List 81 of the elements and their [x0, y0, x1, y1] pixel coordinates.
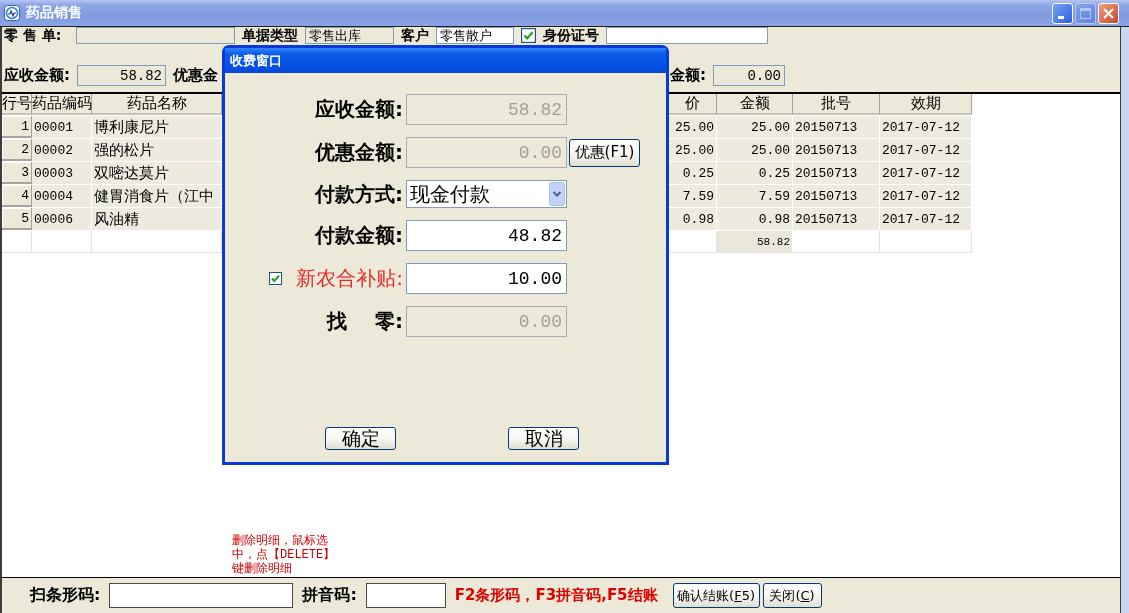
close-button[interactable] — [1098, 2, 1119, 24]
hint-note: 删除明细，鼠标选中，点【DELETE】键删除明细 — [232, 534, 337, 576]
row-number-cell: 1 — [2, 116, 32, 138]
row-number-cell: 2 — [2, 139, 32, 161]
checkbox[interactable] — [521, 28, 536, 43]
dialog-title: 收费窗口 — [230, 51, 282, 70]
table-cell: 00006 — [32, 208, 92, 230]
column-header: 批号 — [793, 94, 880, 115]
table-cell: 20150713 — [793, 139, 880, 161]
table-cell: 0.25 — [668, 162, 717, 184]
field-label: 客户 — [401, 26, 429, 45]
table-cell: 0.98 — [717, 208, 793, 230]
table-cell: 20150713 — [793, 162, 880, 184]
field-label: 金额: — [670, 66, 706, 85]
table-cell: 2017-07-12 — [880, 139, 972, 161]
table-cell: 博利康尼片 — [92, 116, 222, 138]
window-title: 药品销售 — [26, 4, 82, 22]
text-field[interactable]: 10.00 — [406, 263, 567, 294]
field-label: 身份证号 — [543, 26, 599, 45]
field-label: 应收金额: — [315, 96, 403, 123]
text-field[interactable]: 48.82 — [406, 220, 567, 251]
table-cell: 2017-07-12 — [880, 208, 972, 230]
column-header: 药品名称 — [92, 94, 222, 115]
column-header: 行号 — [2, 94, 32, 115]
confirm-button[interactable]: 确定 — [325, 427, 396, 450]
field-label: 零 售 单: — [4, 26, 63, 45]
close-icon — [1103, 7, 1114, 19]
text-field[interactable] — [606, 27, 768, 44]
table-cell: 风油精 — [92, 208, 222, 230]
row-number-cell: 5 — [2, 208, 32, 230]
table-cell: 2017-07-12 — [880, 162, 972, 184]
field-label: 付款方式: — [315, 180, 403, 208]
column-header: 药品编码 — [32, 94, 92, 115]
field-label: 找 零: — [327, 308, 403, 335]
table-cell: 00003 — [32, 162, 92, 184]
dropdown[interactable]: 现金付款 — [406, 180, 567, 208]
table-cell: 00004 — [32, 185, 92, 207]
field-label: 扫条形码: — [30, 585, 101, 606]
field-label: 拼音码: — [302, 585, 357, 606]
table-cell: 7.59 — [668, 185, 717, 207]
shortcut-hint: F2条形码，F3拼音码,F5结账 — [454, 586, 658, 605]
table-cell: 25.00 — [717, 139, 793, 161]
field-label: 应收金额: — [4, 66, 70, 85]
field-label: 优惠金额: — [315, 139, 403, 166]
table-cell: 25.00 — [717, 116, 793, 138]
table-cell: 2017-07-12 — [880, 185, 972, 207]
table-cell: 20150713 — [793, 116, 880, 138]
field-label: 新农合补贴: — [296, 265, 403, 292]
minimize-button[interactable] — [1052, 2, 1073, 24]
table-cell: 20150713 — [793, 208, 880, 230]
close-window-button[interactable]: 关闭(C) — [762, 583, 822, 608]
field-label: 优惠金 — [173, 66, 218, 85]
table-cell: 00002 — [32, 139, 92, 161]
table-cell: 0.98 — [668, 208, 717, 230]
table-cell: 25.00 — [668, 116, 717, 138]
row-number-cell: 4 — [2, 185, 32, 207]
table-cell: 20150713 — [793, 185, 880, 207]
column-header: 价 — [668, 94, 717, 115]
input-field[interactable] — [109, 583, 294, 608]
table-cell: 0.25 — [717, 162, 793, 184]
total-cell: 58.82 — [717, 231, 793, 253]
text-field[interactable]: 零售散户 — [436, 27, 514, 44]
checkbox[interactable] — [269, 272, 283, 285]
field-label: 单据类型 — [242, 26, 298, 45]
table-cell: 双嘧达莫片 — [92, 162, 222, 184]
column-header: 效期 — [880, 94, 972, 115]
table-cell: 2017-07-12 — [880, 116, 972, 138]
table-cell: 25.00 — [668, 139, 717, 161]
maximize-icon — [1080, 7, 1091, 19]
cancel-button[interactable]: 取消 — [508, 427, 579, 450]
table-cell: 强的松片 — [92, 139, 222, 161]
field-label: 付款金额: — [315, 222, 403, 249]
table-cell: 00001 — [32, 116, 92, 138]
minimize-icon — [1058, 16, 1064, 19]
table-cell: 健胃消食片（江中 — [92, 185, 222, 207]
logo-icon — [4, 5, 20, 21]
checkout-button[interactable]: 确认结账(F5) — [672, 583, 760, 608]
column-header: 金额 — [717, 94, 793, 115]
row-number-cell: 3 — [2, 162, 32, 184]
table-cell: 7.59 — [717, 185, 793, 207]
input-field[interactable] — [365, 583, 446, 608]
